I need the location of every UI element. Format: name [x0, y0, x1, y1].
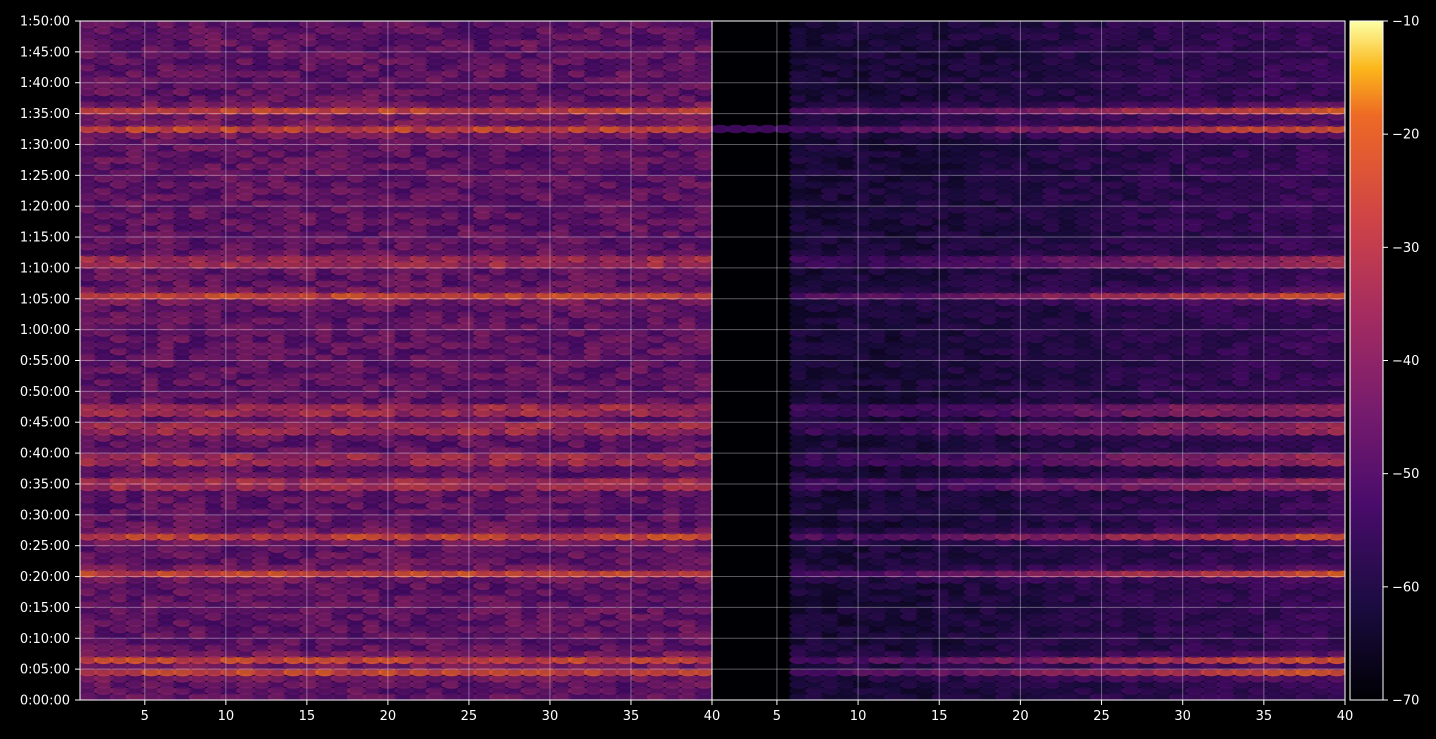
heatmap-panel-right: [711, 20, 1346, 701]
chart-figure: 0:00:000:05:000:10:000:15:000:20:000:25:…: [20, 15, 1420, 725]
heatmap-panel-left: [79, 20, 713, 701]
